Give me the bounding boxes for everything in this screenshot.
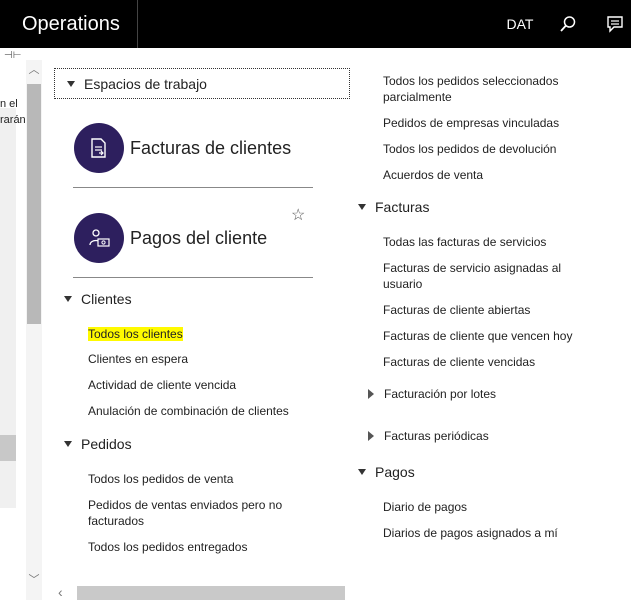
expand-icon (368, 389, 374, 399)
tile-title: Pagos del cliente (130, 227, 268, 248)
feedback-icon[interactable] (593, 0, 631, 48)
link-acuerdos-venta[interactable]: Acuerdos de venta (383, 167, 483, 183)
search-icon[interactable] (546, 0, 590, 48)
link-pedidos-vinculadas[interactable]: Pedidos de empresas vinculadas (383, 115, 559, 131)
workspace-tile-invoices[interactable]: Facturas de clientes (74, 123, 291, 173)
navigation-panel: Espacios de trabajo Facturas de clientes… (44, 48, 631, 600)
link-facturas-abiertas[interactable]: Facturas de cliente abiertas (383, 302, 530, 318)
divider (73, 277, 313, 278)
background-text: n el (0, 98, 18, 110)
link-facturas-servicio-asignadas[interactable]: Facturas de servicio asignadas al usuari… (383, 260, 583, 292)
vertical-scrollbar[interactable]: ︿ ﹀ (26, 60, 42, 600)
link-pedidos-entregados[interactable]: Todos los pedidos entregados (88, 539, 247, 555)
background-text: rarán (0, 114, 26, 126)
section-clientes[interactable]: Clientes (64, 291, 132, 307)
pin-icon[interactable]: ⊣⊢ (4, 50, 21, 61)
link-clientes-en-espera[interactable]: Clientes en espera (88, 351, 188, 367)
section-title: Pagos (375, 464, 415, 480)
link-facturas-vencen-hoy[interactable]: Facturas de cliente que vencen hoy (383, 328, 572, 344)
link-pedidos-parciales[interactable]: Todos los pedidos seleccionados parcialm… (383, 73, 573, 105)
collapse-icon (64, 296, 72, 302)
background-block (0, 435, 16, 461)
link-anulacion-combinacion[interactable]: Anulación de combinación de clientes (88, 403, 289, 419)
company-picker[interactable]: DAT (496, 0, 544, 48)
expand-icon (368, 431, 374, 441)
workspaces-header[interactable]: Espacios de trabajo (54, 68, 350, 99)
group-title: Facturas periódicas (384, 429, 489, 443)
link-todos-los-clientes[interactable]: Todos los clientes (88, 326, 183, 342)
link-pedidos-enviados-no-facturados[interactable]: Pedidos de ventas enviados pero no factu… (88, 497, 298, 529)
scroll-thumb[interactable] (27, 84, 41, 324)
section-pedidos[interactable]: Pedidos (64, 436, 132, 452)
link-diarios-asignados[interactable]: Diarios de pagos asignados a mí (383, 525, 558, 541)
star-icon[interactable]: ☆ (291, 205, 305, 225)
link-facturas-vencidas[interactable]: Facturas de cliente vencidas (383, 354, 535, 370)
section-title: Facturas (375, 199, 430, 215)
collapse-icon (358, 469, 366, 475)
section-title: Clientes (81, 291, 132, 307)
workspaces-title: Espacios de trabajo (84, 75, 207, 92)
horizontal-scroll-thumb[interactable] (77, 586, 345, 600)
collapse-icon (358, 204, 366, 210)
section-facturas[interactable]: Facturas (358, 199, 429, 215)
link-facturas-servicios[interactable]: Todas las facturas de servicios (383, 234, 546, 250)
scroll-up-icon[interactable]: ︿ (26, 62, 42, 78)
workspace-tile-payments[interactable]: Pagos del cliente (74, 213, 267, 263)
section-title: Pedidos (81, 436, 132, 452)
link-actividad-vencida[interactable]: Actividad de cliente vencida (88, 377, 236, 393)
divider (73, 187, 313, 188)
group-title: Facturación por lotes (384, 387, 497, 401)
collapse-icon (67, 80, 75, 87)
link-diario-pagos[interactable]: Diario de pagos (383, 499, 467, 515)
group-facturacion-lotes[interactable]: Facturación por lotes (368, 387, 496, 401)
scroll-left-icon[interactable]: ‹ (58, 584, 63, 600)
link-pedidos-devolucion[interactable]: Todos los pedidos de devolución (383, 141, 556, 157)
collapse-icon (64, 441, 72, 447)
payment-icon (74, 213, 124, 263)
app-title[interactable]: Operations (0, 0, 138, 48)
section-pagos[interactable]: Pagos (358, 464, 415, 480)
group-facturas-periodicas[interactable]: Facturas periódicas (368, 429, 489, 443)
top-bar: Operations DAT (0, 0, 631, 48)
invoice-icon (74, 123, 124, 173)
tile-title: Facturas de clientes (130, 137, 292, 158)
link-todos-pedidos-venta[interactable]: Todos los pedidos de venta (88, 471, 233, 487)
scroll-down-icon[interactable]: ﹀ (26, 572, 42, 588)
background-pane: ⊣⊢ n el rarán (0, 48, 28, 600)
